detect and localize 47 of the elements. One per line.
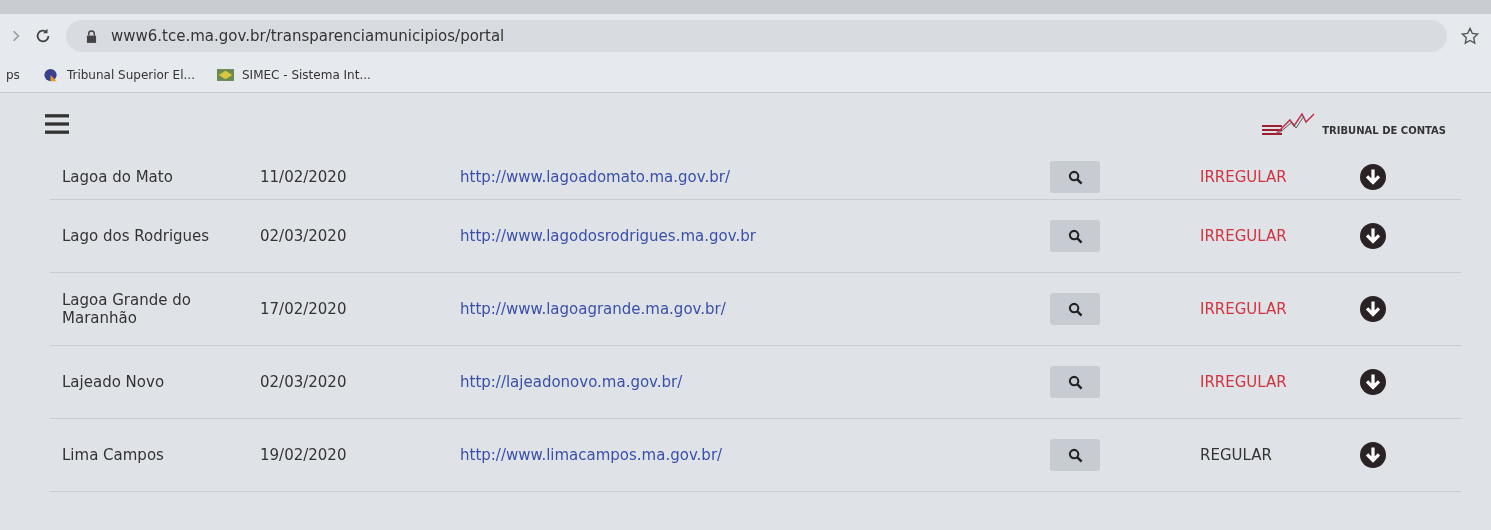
status-text: IRREGULAR — [1199, 168, 1288, 186]
municipality-name: Lago dos Rodrigues — [61, 227, 211, 245]
search-icon — [1067, 374, 1083, 390]
search-button[interactable] — [1050, 366, 1100, 398]
search-button[interactable] — [1050, 161, 1100, 193]
site-link[interactable]: http://lajeadonovo.ma.gov.br/ — [460, 373, 683, 391]
bookmark-item[interactable]: Tribunal Superior El... — [41, 68, 195, 82]
site-link[interactable]: http://www.lagoadomato.ma.gov.br/ — [460, 168, 730, 186]
municipality-name: Lima Campos — [61, 446, 165, 464]
download-icon[interactable] — [1360, 223, 1386, 249]
date-text: 17/02/2020 — [260, 300, 348, 318]
lock-icon — [86, 29, 97, 43]
date-text: 19/02/2020 — [260, 446, 348, 464]
date-text: 11/02/2020 — [260, 168, 348, 186]
globe-icon — [41, 68, 59, 82]
download-icon[interactable] — [1360, 442, 1386, 468]
site-link[interactable]: http://www.lagodosrodrigues.ma.gov.br — [460, 227, 756, 245]
search-icon — [1067, 301, 1083, 317]
search-icon — [1067, 228, 1083, 244]
status-text: IRREGULAR — [1199, 300, 1288, 318]
status-text: IRREGULAR — [1199, 227, 1288, 245]
download-icon[interactable] — [1360, 164, 1386, 190]
site-link[interactable]: http://www.lagoagrande.ma.gov.br/ — [460, 300, 726, 318]
flag-icon — [217, 68, 234, 82]
url-text: www6.tce.ma.gov.br/transparenciamunicipios/portal — [111, 27, 505, 45]
site-link[interactable]: http://www.limacampos.ma.gov.br/ — [460, 446, 723, 464]
bookmark-item[interactable]: SIMEC - Sistema Int... — [217, 68, 371, 82]
search-button[interactable] — [1050, 439, 1100, 471]
search-icon — [1067, 169, 1083, 185]
date-text: 02/03/2020 — [260, 373, 348, 391]
status-text: REGULAR — [1199, 446, 1273, 464]
date-text: 02/03/2020 — [260, 227, 348, 245]
download-icon[interactable] — [1360, 369, 1386, 395]
logo-text: TRIBUNAL DE CONTAS — [1322, 125, 1446, 136]
menu-icon[interactable] — [45, 114, 69, 134]
status-text: IRREGULAR — [1199, 373, 1288, 391]
address-bar[interactable]: www6.tce.ma.gov.br/transparenciamunicipios/portal — [66, 20, 1447, 52]
search-button[interactable] — [1050, 293, 1100, 325]
download-icon[interactable] — [1360, 296, 1386, 322]
star-icon[interactable] — [1461, 27, 1479, 45]
apps-label[interactable]: ps — [6, 68, 20, 82]
search-icon — [1067, 447, 1083, 463]
municipality-name: Lagoa Grande do Maranhão — [61, 291, 192, 327]
municipality-name: Lagoa do Mato — [61, 168, 174, 186]
municipality-name: Lajeado Novo — [61, 373, 166, 391]
search-button[interactable] — [1050, 220, 1100, 252]
reload-icon[interactable] — [34, 27, 52, 45]
